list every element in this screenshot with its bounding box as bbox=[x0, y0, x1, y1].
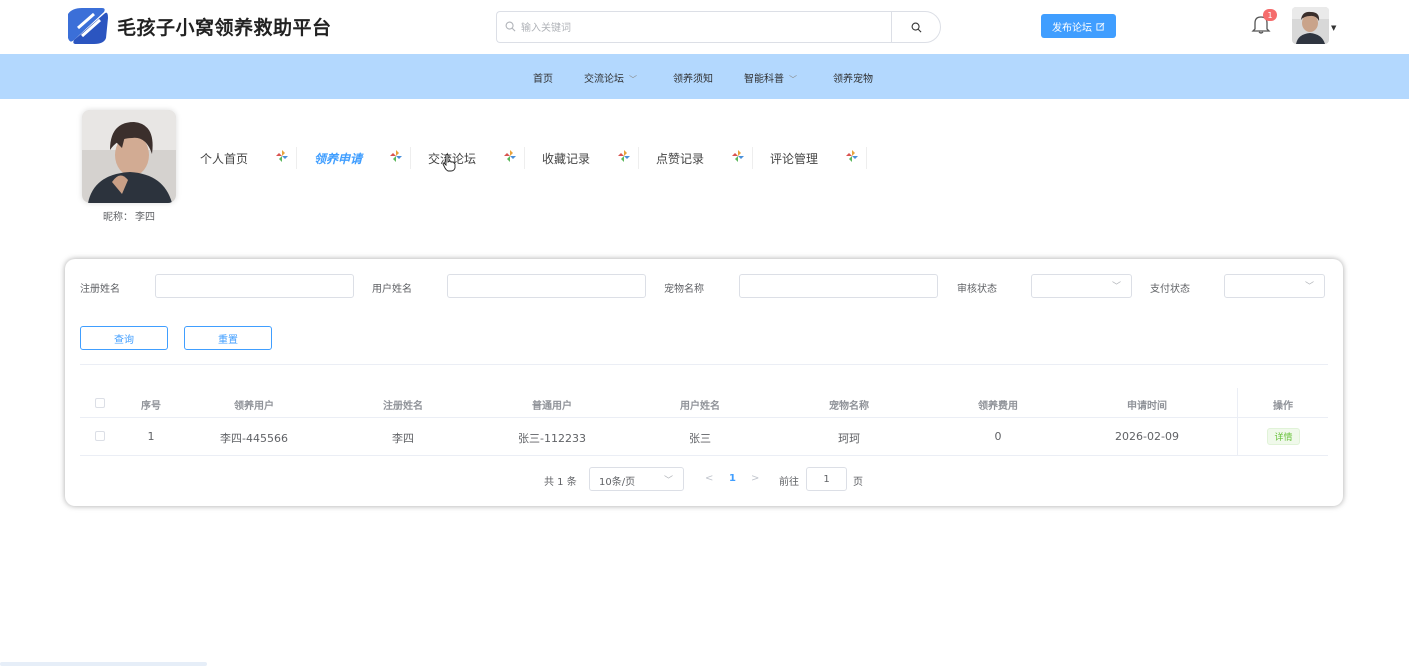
tab-personal-home[interactable]: 个人首页 bbox=[200, 150, 248, 167]
chevron-down-icon: ﹀ bbox=[789, 75, 797, 84]
nav-item-adoption-notice[interactable]: 领养须知 bbox=[673, 70, 713, 85]
pinwheel-icon bbox=[732, 150, 744, 162]
filter-label-user-name: 用户姓名 bbox=[372, 284, 412, 295]
column-header: 领养费用 bbox=[978, 401, 1018, 412]
page-suffix: 页 bbox=[853, 477, 863, 488]
cell-user-name: 张三 bbox=[689, 432, 711, 445]
pinwheel-icon bbox=[618, 150, 630, 162]
filter-label-reg-name: 注册姓名 bbox=[80, 284, 120, 295]
filter-label-pay-status: 支付状态 bbox=[1150, 284, 1190, 295]
search-box bbox=[496, 11, 892, 43]
page-size-select[interactable]: 10条/页 ﹀ bbox=[589, 467, 684, 491]
main-navbar: 首页 交流论坛 ﹀ 领养须知 智能科普 ﹀ 领养宠物 bbox=[0, 54, 1409, 99]
search-icon bbox=[505, 21, 516, 32]
detail-button[interactable]: 详情 bbox=[1267, 428, 1300, 445]
nickname-value: 李四 bbox=[135, 212, 155, 223]
cell-date: 2026-02-09 bbox=[1115, 430, 1179, 443]
column-header: 申请时间 bbox=[1127, 401, 1167, 412]
reg-name-input[interactable] bbox=[155, 274, 354, 298]
notification-badge: 1 bbox=[1263, 9, 1277, 21]
user-name-input[interactable] bbox=[447, 274, 646, 298]
logo-icon[interactable] bbox=[64, 6, 110, 46]
tab-divider bbox=[296, 147, 297, 169]
chevron-down-icon: ﹀ bbox=[663, 476, 673, 486]
tab-divider bbox=[752, 147, 753, 169]
goto-label: 前往 bbox=[779, 477, 799, 488]
pinwheel-icon bbox=[390, 150, 402, 162]
tab-favorites[interactable]: 收藏记录 bbox=[542, 150, 590, 167]
cell-fee: 0 bbox=[994, 430, 1002, 443]
table-divider bbox=[80, 455, 1328, 456]
nickname-label: 昵称： bbox=[103, 212, 133, 223]
pinwheel-icon bbox=[276, 150, 288, 162]
column-header: 宠物名称 bbox=[829, 401, 869, 412]
tab-comments[interactable]: 评论管理 bbox=[770, 150, 818, 167]
tab-divider bbox=[524, 147, 525, 169]
next-page-button[interactable]: > bbox=[751, 473, 759, 484]
pay-status-select[interactable]: ﹀ bbox=[1224, 274, 1325, 298]
chevron-down-icon: ﹀ bbox=[1304, 282, 1314, 292]
hand-cursor-icon bbox=[442, 154, 456, 172]
cell-index: 1 bbox=[147, 430, 155, 443]
cell-user: 张三-112233 bbox=[518, 432, 586, 445]
page-size-value: 10条/页 bbox=[599, 477, 636, 488]
table-divider bbox=[80, 417, 1328, 418]
pet-name-input[interactable] bbox=[739, 274, 938, 298]
user-avatar[interactable] bbox=[1292, 7, 1329, 44]
publish-forum-button[interactable]: 发布论坛 bbox=[1041, 14, 1116, 38]
cell-adopter: 李四-445566 bbox=[220, 432, 288, 445]
select-all-checkbox[interactable] bbox=[95, 398, 105, 408]
column-header: 普通用户 bbox=[532, 401, 572, 412]
nav-item-adopt-pets[interactable]: 领养宠物 bbox=[833, 70, 873, 85]
column-header: 用户姓名 bbox=[680, 401, 720, 412]
pagination-total: 共 1 条 bbox=[544, 477, 577, 488]
search-icon bbox=[911, 22, 921, 32]
column-header: 操作 bbox=[1273, 401, 1293, 412]
site-title[interactable]: 毛孩子小窝领养救助平台 bbox=[117, 13, 332, 40]
tab-divider bbox=[638, 147, 639, 169]
nav-item-home[interactable]: 首页 bbox=[533, 70, 553, 85]
edit-icon bbox=[1096, 22, 1105, 31]
divider bbox=[80, 364, 1328, 365]
column-header: 领养用户 bbox=[234, 401, 274, 412]
tab-adoption-applications[interactable]: 领养申请 bbox=[314, 150, 362, 167]
column-header: 序号 bbox=[141, 401, 161, 412]
filter-label-review-status: 审核状态 bbox=[957, 284, 997, 295]
user-menu-caret-icon[interactable]: ▼ bbox=[1331, 24, 1336, 32]
query-button[interactable]: 查询 bbox=[80, 326, 168, 350]
chevron-down-icon: ﹀ bbox=[629, 75, 637, 84]
page-number-current[interactable]: 1 bbox=[729, 473, 736, 484]
chevron-down-icon: ﹀ bbox=[1111, 282, 1121, 292]
pinwheel-icon bbox=[846, 150, 858, 162]
search-input[interactable] bbox=[521, 17, 881, 39]
pinwheel-icon bbox=[504, 150, 516, 162]
cell-reg-name: 李四 bbox=[392, 432, 414, 445]
cell-pet-name: 珂珂 bbox=[838, 432, 860, 445]
nav-item-forum[interactable]: 交流论坛 ﹀ bbox=[584, 70, 637, 85]
profile-avatar[interactable] bbox=[82, 110, 176, 203]
column-header: 注册姓名 bbox=[383, 401, 423, 412]
goto-page-input[interactable]: 1 bbox=[806, 467, 847, 491]
tab-divider bbox=[866, 147, 867, 169]
tab-divider bbox=[410, 147, 411, 169]
row-checkbox[interactable] bbox=[95, 431, 105, 441]
reset-button[interactable]: 重置 bbox=[184, 326, 272, 350]
nav-item-science[interactable]: 智能科普 ﹀ bbox=[744, 70, 797, 85]
publish-label: 发布论坛 bbox=[1052, 22, 1092, 34]
fixed-column-divider bbox=[1237, 388, 1238, 456]
nickname: 昵称： 李四 bbox=[103, 208, 155, 223]
top-header: 毛孩子小窝领养救助平台 发布论坛 1 ▼ bbox=[0, 0, 1409, 54]
tab-likes[interactable]: 点赞记录 bbox=[656, 150, 704, 167]
horizontal-scrollbar[interactable] bbox=[0, 662, 207, 666]
review-status-select[interactable]: ﹀ bbox=[1031, 274, 1132, 298]
prev-page-button[interactable]: < bbox=[705, 473, 713, 484]
filter-label-pet-name: 宠物名称 bbox=[664, 284, 704, 295]
search-button[interactable] bbox=[891, 11, 941, 43]
